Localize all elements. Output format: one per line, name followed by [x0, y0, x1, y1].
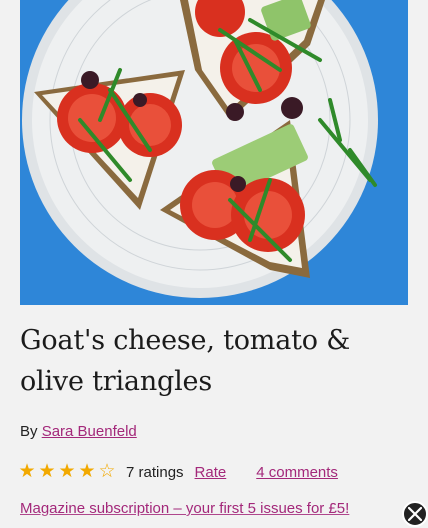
bottom-fade	[0, 512, 428, 528]
rate-link[interactable]: Rate	[195, 464, 227, 481]
close-icon	[408, 507, 422, 521]
star-filled-icon: ★	[78, 461, 96, 482]
recipe-hero-image	[20, 0, 408, 305]
recipe-title: Goat's cheese, tomato & olive triangles	[20, 325, 351, 397]
star-rating: ★ ★ ★ ★ ☆	[18, 462, 116, 482]
star-empty-icon: ☆	[98, 461, 116, 482]
star-filled-icon: ★	[38, 461, 56, 482]
byline-prefix: By	[20, 423, 38, 440]
author-link[interactable]: Sara Buenfeld	[42, 423, 137, 440]
rating-row: ★ ★ ★ ★ ☆ 7 ratings Rate 4 comments	[18, 460, 338, 484]
comments-link[interactable]: 4 comments	[256, 464, 338, 481]
ratings-count: 7 ratings	[126, 463, 184, 481]
star-filled-icon: ★	[58, 461, 76, 482]
close-button[interactable]	[402, 501, 428, 527]
star-filled-icon: ★	[18, 461, 36, 482]
byline: By Sara Buenfeld	[20, 423, 137, 440]
